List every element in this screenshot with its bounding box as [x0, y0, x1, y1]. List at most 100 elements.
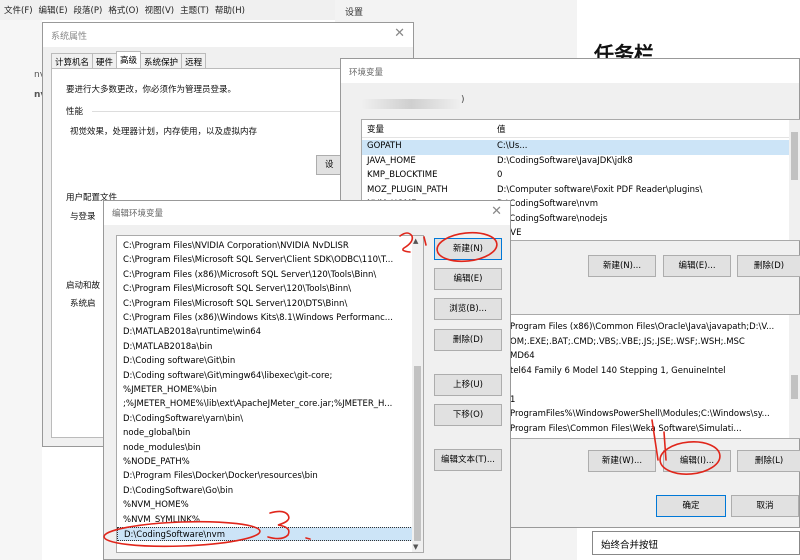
user-edit-button[interactable]: 编辑(E)... — [663, 255, 731, 277]
path-entry[interactable]: C:\Program Files (x86)\Windows Kits\8.1\… — [117, 311, 413, 325]
variable-value: D:\CodingSoftware\nvm — [497, 199, 598, 209]
variable-value: C:\Us... — [497, 141, 528, 151]
path-entry[interactable]: %NVM_HOME% — [117, 498, 413, 512]
env-vars-title: 环境变量 — [349, 68, 384, 78]
variable-value: tel64 Family 6 Model 140 Stepping 1, Gen… — [510, 365, 726, 376]
variable-value: 0 — [497, 170, 503, 180]
table-row[interactable]: OM;.EXE;.BAT;.CMD;.VBS;.VBE;.JS;.JSE;.WS… — [502, 336, 800, 351]
browse-button[interactable]: 浏览(B)... — [434, 298, 502, 320]
menu-help[interactable]: 帮助(H) — [215, 4, 245, 16]
path-entry[interactable]: C:\Program Files\Microsoft SQL Server\12… — [117, 297, 413, 311]
table-row[interactable]: Program Files (x86)\Common Files\Oracle\… — [502, 321, 800, 336]
menu-view[interactable]: 视图(V) — [145, 4, 174, 16]
column-header-variable[interactable]: 变量 — [367, 123, 384, 135]
path-entry[interactable]: node_global\bin — [117, 426, 413, 440]
scrollbar-thumb[interactable] — [791, 132, 798, 180]
path-entry[interactable]: C:\Program Files\Microsoft SQL Server\12… — [117, 282, 413, 296]
path-entry[interactable]: D:\Program Files\Docker\Docker\resources… — [117, 469, 413, 483]
menu-file[interactable]: 文件(F) — [4, 4, 33, 16]
edit-text-button[interactable]: 编辑文本(T)... — [434, 449, 502, 471]
path-entry[interactable]: C:\Program Files (x86)\Microsoft SQL Ser… — [117, 268, 413, 282]
table-row[interactable]: KMP_BLOCKTIME 0 — [362, 169, 800, 184]
move-down-button[interactable]: 下移(O) — [434, 404, 502, 426]
menu-theme[interactable]: 主题(T) — [180, 4, 209, 16]
startup-label: 启动和故 — [66, 281, 101, 291]
path-entry[interactable]: node_modules\bin — [117, 441, 413, 455]
scrollbar-thumb[interactable] — [414, 366, 421, 541]
edit-env-title: 编辑环境变量 — [112, 209, 164, 219]
path-entry[interactable]: D:\Coding software\Git\mingw64\libexec\g… — [117, 369, 413, 383]
variable-value: ProgramFiles%\WindowsPowerShell\Modules;… — [510, 409, 770, 419]
variable-value: MD64 — [510, 351, 535, 361]
user-new-button[interactable]: 新建(N)... — [588, 255, 656, 277]
menu-paragraph[interactable]: 段落(P) — [74, 4, 103, 16]
table-header: 变量 值 — [362, 120, 800, 138]
table-row[interactable]: tel64 Family 6 Model 140 Stepping 1, Gen… — [502, 365, 800, 380]
path-entry[interactable]: D:\Coding software\Git\bin — [117, 354, 413, 368]
user-delete-button[interactable]: 删除(D) — [737, 255, 800, 277]
delete-path-button[interactable]: 删除(D) — [434, 329, 502, 351]
variable-name: JAVA_HOME — [367, 155, 416, 166]
editor-menubar: 文件(F) 编辑(E) 段落(P) 格式(O) 视图(V) 主题(T) 帮助(H… — [0, 0, 335, 20]
user-vars-label-suffix: ) — [461, 95, 465, 105]
path-entry[interactable]: C:\Program Files\Microsoft SQL Server\Cl… — [117, 253, 413, 267]
performance-desc: 视觉效果，处理器计划，内存使用，以及虚拟内存 — [70, 127, 258, 137]
path-entry[interactable]: ;%JMETER_HOME%\lib\ext\ApacheJMeter_core… — [117, 397, 413, 411]
scroll-up-icon[interactable]: ▲ — [413, 237, 418, 245]
close-icon[interactable]: ✕ — [394, 26, 405, 41]
table-row[interactable]: MD64 — [502, 350, 800, 365]
path-entry[interactable]: D:\CodingSoftware\Go\bin — [117, 484, 413, 498]
edit-path-button[interactable]: 编辑(E) — [434, 268, 502, 290]
edit-env-titlebar: 编辑环境变量 ✕ — [104, 201, 510, 225]
path-entry[interactable]: D:\MATLAB2018a\runtime\win64 — [117, 325, 413, 339]
path-entries-list: C:\Program Files\NVIDIA Corporation\NVID… — [116, 235, 424, 553]
path-entry[interactable]: D:\MATLAB2018a\bin — [117, 340, 413, 354]
path-entry[interactable]: %NODE_PATH% — [117, 455, 413, 469]
edit-env-var-dialog: 编辑环境变量 ✕ C:\Program Files\NVIDIA Corpora… — [103, 200, 511, 560]
path-entry[interactable]: D:\CodingSoftware\yarn\bin\ — [117, 412, 413, 426]
cancel-button[interactable]: 取消 — [731, 495, 799, 517]
variable-value: Program Files\Common Files\Weka Software… — [510, 423, 742, 434]
column-header-value[interactable]: 值 — [497, 123, 506, 135]
table-row[interactable]: JAVA_HOME D:\CodingSoftware\JavaJDK\jdk8 — [362, 155, 800, 170]
table-row[interactable]: 1 — [502, 394, 800, 409]
scroll-down-icon[interactable]: ▼ — [413, 543, 418, 551]
system-edit-button[interactable]: 编辑(I)... — [663, 450, 731, 472]
scrollbar[interactable]: ▲ ▼ — [412, 236, 423, 552]
menu-format[interactable]: 格式(O) — [108, 4, 138, 16]
path-entry[interactable]: %NVM_SYMLINK% — [117, 513, 413, 527]
table-row[interactable]: MOZ_PLUGIN_PATH D:\Computer software\Foxi… — [362, 184, 800, 199]
ok-button[interactable]: 确定 — [656, 495, 726, 517]
env-vars-titlebar: 环境变量 — [341, 59, 799, 83]
startup-desc: 系统启 — [70, 299, 96, 309]
close-icon[interactable]: ✕ — [491, 204, 502, 219]
system-properties-titlebar: 系统属性 ✕ — [43, 23, 413, 47]
path-entry[interactable]: C:\Program Files\NVIDIA Corporation\NVID… — [117, 239, 413, 253]
profile-desc: 与登录 — [70, 212, 96, 222]
system-properties-title: 系统属性 — [51, 32, 88, 42]
move-up-button[interactable]: 上移(U) — [434, 374, 502, 396]
admin-note: 要进行大多数更改，你必须作为管理员登录。 — [66, 85, 237, 95]
scrollbar[interactable] — [789, 315, 800, 438]
variable-name: MOZ_PLUGIN_PATH — [367, 184, 448, 195]
path-entry[interactable]: D:\CodingSoftware\nvm — [117, 527, 413, 542]
table-row[interactable] — [502, 379, 800, 394]
settings-title: 设置 — [345, 8, 364, 18]
scrollbar[interactable] — [789, 120, 800, 240]
table-row[interactable]: GOPATH C:\Us... — [362, 140, 800, 155]
menu-edit[interactable]: 编辑(E) — [39, 4, 68, 16]
user-vars-label-blurred — [361, 99, 461, 109]
scrollbar-thumb[interactable] — [791, 375, 798, 399]
variable-name: GOPATH — [367, 141, 402, 151]
variable-value: D:\Computer software\Foxit PDF Reader\pl… — [497, 184, 703, 195]
table-row[interactable]: ProgramFiles%\WindowsPowerShell\Modules;… — [502, 408, 800, 423]
editor-sidebar: nv nv — [0, 20, 46, 560]
variable-value: Program Files (x86)\Common Files\Oracle\… — [510, 322, 775, 332]
table-row[interactable]: Program Files\Common Files\Weka Software… — [502, 423, 800, 438]
merge-buttons-dropdown[interactable]: 始终合并按钮 — [592, 531, 800, 555]
system-delete-button[interactable]: 删除(L) — [737, 450, 800, 472]
variable-value: OM;.EXE;.BAT;.CMD;.VBS;.VBE;.JS;.JSE;.WS… — [510, 336, 745, 347]
path-entry[interactable]: %JMETER_HOME%\bin — [117, 383, 413, 397]
new-path-button[interactable]: 新建(N) — [434, 238, 502, 260]
system-new-button[interactable]: 新建(W)... — [588, 450, 656, 472]
